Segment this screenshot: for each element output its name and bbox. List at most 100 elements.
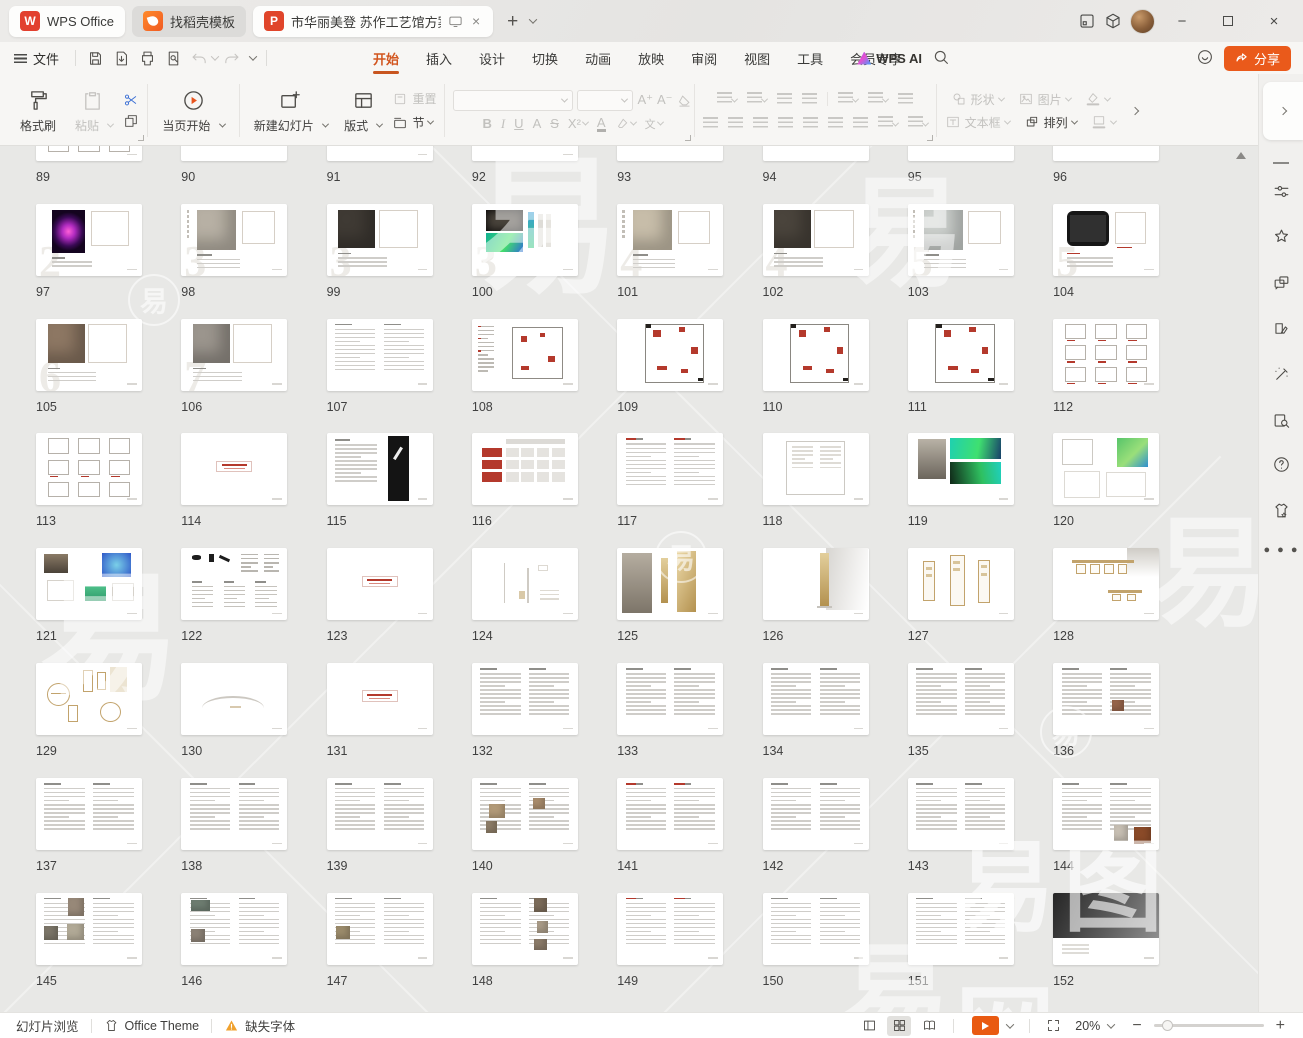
slide-thumbnail-106[interactable]: 7	[181, 319, 287, 391]
user-avatar[interactable]	[1130, 9, 1155, 34]
slide-thumbnail-113[interactable]	[36, 433, 142, 505]
slide-thumbnail-115[interactable]	[327, 433, 433, 505]
more-options-icon[interactable]: ● ● ●	[1259, 544, 1303, 556]
slide-thumbnail-126[interactable]	[763, 548, 869, 620]
help-icon[interactable]	[1259, 455, 1303, 474]
slide-thumbnail-91[interactable]	[327, 146, 433, 161]
properties-icon[interactable]	[1259, 182, 1303, 201]
start-from-page-button[interactable]: 当页开始	[156, 86, 230, 136]
menu-tab-插入[interactable]: 插入	[417, 44, 461, 73]
new-slide-button[interactable]: 新建幻灯片	[248, 86, 334, 136]
slide-thumbnail-108[interactable]	[472, 319, 578, 391]
slide-thumbnail-98[interactable]: 3	[181, 204, 287, 276]
play-options-chevron-icon[interactable]	[1006, 1020, 1014, 1028]
side-panel-icon[interactable]	[1078, 12, 1096, 30]
tab-active-document[interactable]: P 市华丽美登 苏作工艺馆方案文 ×	[253, 6, 493, 37]
slide-thumbnail-110[interactable]	[763, 319, 869, 391]
slide-thumbnail-144[interactable]	[1053, 778, 1159, 850]
search-icon[interactable]	[932, 48, 950, 69]
slide-thumbnail-145[interactable]	[36, 893, 142, 965]
scrollbar-up-arrow[interactable]	[1236, 152, 1246, 159]
slide-thumbnail-133[interactable]	[617, 663, 723, 735]
service-icon[interactable]	[1196, 48, 1214, 69]
cut-button[interactable]	[123, 92, 139, 108]
menu-tab-工具[interactable]: 工具	[788, 44, 832, 73]
slide-thumbnail-107[interactable]	[327, 319, 433, 391]
effects-star-icon[interactable]	[1259, 227, 1303, 246]
tab-wps-home[interactable]: W WPS Office	[9, 6, 125, 37]
slide-thumbnail-125[interactable]	[617, 548, 723, 620]
share-button[interactable]: 分享	[1224, 46, 1291, 71]
slide-thumbnail-131[interactable]	[327, 663, 433, 735]
clipboard-dialog-launcher[interactable]	[138, 135, 144, 141]
slide-thumbnail-141[interactable]	[617, 778, 723, 850]
slide-thumbnail-152[interactable]	[1053, 893, 1159, 965]
print-button[interactable]	[134, 46, 160, 70]
menu-tab-会员专享[interactable]: 会员专享	[841, 44, 911, 73]
slide-thumbnail-123[interactable]	[327, 548, 433, 620]
slide-thumbnail-105[interactable]: 6	[36, 319, 142, 391]
slide-thumbnail-102[interactable]: 4	[763, 204, 869, 276]
slide-thumbnail-143[interactable]	[908, 778, 1014, 850]
zoom-out-button[interactable]: −	[1128, 1017, 1145, 1035]
zoom-slider-handle[interactable]	[1162, 1020, 1173, 1031]
zoom-slider[interactable]	[1154, 1024, 1264, 1027]
tab-docer-templates[interactable]: 找稻壳模板	[132, 6, 246, 37]
arrange-button[interactable]: 排列	[1024, 114, 1077, 131]
slide-thumbnail-96[interactable]	[1053, 146, 1159, 161]
slide-sorter-canvas[interactable]: 8990919293949596297398399310041014102510…	[0, 146, 1258, 1012]
app-cube-icon[interactable]	[1104, 12, 1122, 30]
slide-thumbnail-122[interactable]	[181, 548, 287, 620]
normal-view-button[interactable]	[857, 1016, 881, 1036]
monitor-icon[interactable]	[448, 14, 463, 29]
collapse-dash-icon[interactable]	[1273, 162, 1289, 164]
find-replace-icon[interactable]	[1259, 411, 1303, 430]
slide-thumbnail-130[interactable]	[181, 663, 287, 735]
section-button[interactable]: 节	[392, 114, 436, 131]
slide-thumbnail-111[interactable]	[908, 319, 1014, 391]
slide-thumbnail-148[interactable]	[472, 893, 578, 965]
slide-thumbnail-94[interactable]	[763, 146, 869, 161]
slide-thumbnail-127[interactable]	[908, 548, 1014, 620]
missing-fonts-label[interactable]: 缺失字体	[245, 1016, 295, 1035]
menu-tab-视图[interactable]: 视图	[735, 44, 779, 73]
slide-thumbnail-93[interactable]	[617, 146, 723, 161]
design-pen-icon[interactable]	[1259, 319, 1303, 338]
slide-sorter-view-button[interactable]	[887, 1016, 911, 1036]
font-dialog-launcher[interactable]	[685, 135, 691, 141]
new-tab-button[interactable]: +	[507, 12, 518, 31]
quickbar-chevron-icon[interactable]	[249, 52, 257, 60]
slide-thumbnail-124[interactable]	[472, 548, 578, 620]
slide-thumbnail-121[interactable]	[36, 548, 142, 620]
close-tab-icon[interactable]: ×	[470, 13, 482, 29]
slide-thumbnail-129[interactable]	[36, 663, 142, 735]
slide-thumbnail-118[interactable]	[763, 433, 869, 505]
menu-tab-放映[interactable]: 放映	[629, 44, 673, 73]
slide-thumbnail-95[interactable]	[908, 146, 1014, 161]
print-preview-button[interactable]	[160, 46, 186, 70]
slide-thumbnail-104[interactable]: 5	[1053, 204, 1159, 276]
zoom-in-button[interactable]: +	[1272, 1017, 1289, 1035]
slide-thumbnail-139[interactable]	[327, 778, 433, 850]
slide-thumbnail-97[interactable]: 2	[36, 204, 142, 276]
paragraph-dialog-launcher[interactable]	[927, 135, 933, 141]
slide-thumbnail-90[interactable]	[181, 146, 287, 161]
slide-thumbnail-149[interactable]	[617, 893, 723, 965]
format-painter-button[interactable]: 格式刷	[14, 86, 62, 136]
file-menu-button[interactable]: 文件	[0, 49, 69, 68]
skin-theme-icon[interactable]	[1259, 501, 1303, 520]
slide-thumbnail-119[interactable]	[908, 433, 1014, 505]
slide-thumbnail-117[interactable]	[617, 433, 723, 505]
slide-thumbnail-128[interactable]	[1053, 548, 1159, 620]
save-button[interactable]	[82, 46, 108, 70]
slide-thumbnail-99[interactable]: 3	[327, 204, 433, 276]
slide-thumbnail-138[interactable]	[181, 778, 287, 850]
tab-list-chevron-icon[interactable]	[529, 15, 537, 23]
zoom-chevron-icon[interactable]	[1107, 1020, 1115, 1028]
zoom-level-label[interactable]: 20%	[1075, 1019, 1100, 1033]
slide-thumbnail-135[interactable]	[908, 663, 1014, 735]
slide-thumbnail-92[interactable]	[472, 146, 578, 161]
maximize-button[interactable]	[1209, 13, 1247, 30]
slide-thumbnail-109[interactable]	[617, 319, 723, 391]
close-window-button[interactable]: ×	[1255, 13, 1293, 30]
